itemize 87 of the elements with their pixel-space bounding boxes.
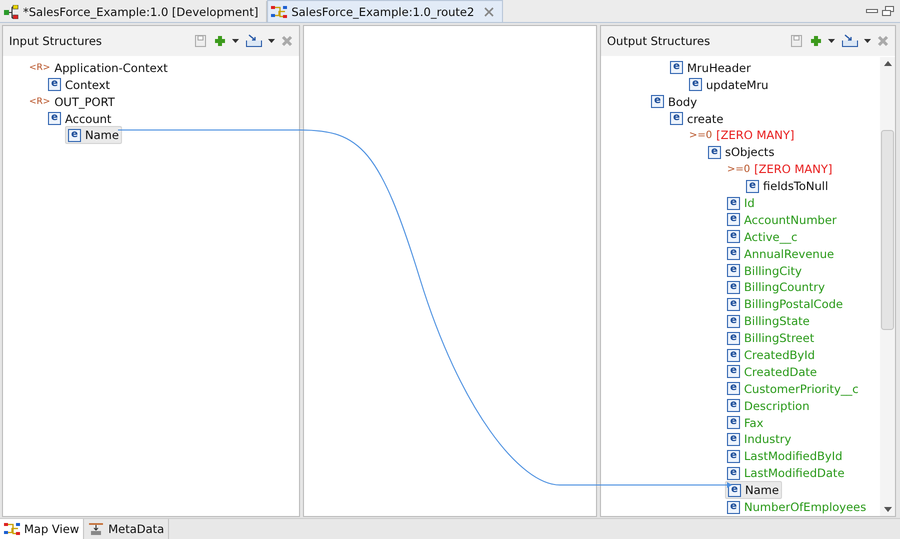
node-type-icon: e [727,399,740,412]
add-icon[interactable] [809,34,823,48]
tree-node[interactable]: e create [668,110,726,127]
view-tab[interactable]: MetaData [84,518,170,539]
close-icon[interactable] [484,6,494,17]
import-icon[interactable] [245,34,263,48]
node-type-icon: e [728,484,741,497]
add-icon[interactable] [213,34,227,48]
tree-node[interactable]: e CustomerPriority__c [725,380,861,397]
map-icon [271,4,288,19]
tree-node[interactable]: e AnnualRevenue [725,246,836,262]
tree-node[interactable]: e LastModifiedDate [725,465,847,482]
tree-node[interactable]: e AccountNumber [725,212,839,228]
tree-node[interactable]: e BillingPostalCode [725,296,846,312]
tree-node[interactable]: e CreatedById [725,347,817,364]
tree-node[interactable]: e Name [725,481,782,500]
node-type-icon: e [727,247,740,260]
tree-node[interactable]: e updateMru [687,76,770,93]
view-tab[interactable]: Map View [0,518,84,539]
tree-node[interactable]: >=0 [ZERO MANY] [725,161,834,178]
tree-node[interactable]: e BillingCity [725,262,804,279]
scroll-up-icon[interactable] [884,61,892,66]
node-type-icon: e [727,298,740,311]
tree-node[interactable]: e Fax [725,414,766,431]
editor-tab[interactable]: SalesForce_Example:1.0_route2 [267,0,504,22]
node-type-icon: e [727,382,740,396]
node-type-icon: e [651,95,664,108]
panel-title: Output Structures [607,34,710,48]
tree-node[interactable]: e BillingState [725,313,812,330]
node-type-icon: e [48,78,61,92]
metadata-icon [88,522,104,536]
scroll-thumb[interactable] [881,130,894,330]
tree-node[interactable]: <R> OUT_PORT [27,94,117,110]
tree-node[interactable]: e BillingStreet [725,330,816,346]
node-type-icon: e [689,78,702,92]
node-type-icon: e [727,432,740,446]
node-type-icon: >=0 [727,164,750,175]
node-type-icon: e [670,61,683,74]
caret-icon[interactable] [232,38,240,44]
tree-node[interactable]: e Industry [725,431,794,448]
caret-icon[interactable] [828,38,836,44]
tree-node[interactable]: e Name [65,126,122,144]
node-type-icon: e [708,146,721,159]
tree-node[interactable]: >=0 [ZERO MANY] [687,127,796,144]
node-type-icon: <R> [29,96,50,107]
restore-icon[interactable] [882,6,894,16]
import-icon[interactable] [841,34,859,48]
tree-node[interactable]: e sObjects [706,144,776,160]
node-type-icon: e [727,230,740,244]
node-type-icon: e [727,466,740,480]
node-type-icon: e [727,450,740,463]
node-type-icon: e [48,112,61,126]
caret-icon[interactable] [864,38,872,44]
tree-node[interactable]: e Id [725,195,757,212]
panel-title: Input Structures [9,34,102,48]
node-type-icon: >=0 [689,130,712,141]
node-type-icon: e [727,348,740,362]
tree-node[interactable]: e fieldsToNull [744,178,830,194]
node-type-icon: e [727,213,740,226]
node-type-icon: <R> [29,62,50,73]
node-type-icon: e [68,128,81,142]
node-type-icon: e [727,416,740,430]
node-type-icon: e [727,280,740,294]
scrollbar[interactable] [880,57,895,516]
caret-icon[interactable] [268,38,276,44]
tree-node[interactable]: e Description [725,398,812,414]
node-type-icon: e [727,332,740,345]
tree-node[interactable]: e Active__c [725,228,800,245]
tree-node[interactable]: e NumberOfEmployees [725,499,868,516]
tree-node[interactable]: e Body [649,94,700,110]
tree-node[interactable]: e Account [46,110,114,127]
scroll-down-icon[interactable] [884,506,892,512]
tree-node[interactable]: <R> Application-Context [27,60,170,76]
tree-node[interactable]: e BillingCountry [725,279,827,296]
tree-node[interactable]: e MruHeader [668,60,753,76]
tree-node[interactable]: e CreatedDate [725,364,819,380]
node-type-icon: e [746,180,759,193]
node-type-icon: e [727,196,740,210]
tree-node[interactable]: e LastModifiedById [725,448,844,464]
tree-node[interactable]: e Context [46,76,112,93]
map-icon [4,522,20,536]
node-type-icon: e [727,365,740,378]
node-type-icon: e [727,264,740,278]
node-type-icon: e [727,314,740,328]
diagram-icon [3,4,19,19]
node-type-icon: e [727,500,740,514]
node-type-icon: e [670,112,683,126]
